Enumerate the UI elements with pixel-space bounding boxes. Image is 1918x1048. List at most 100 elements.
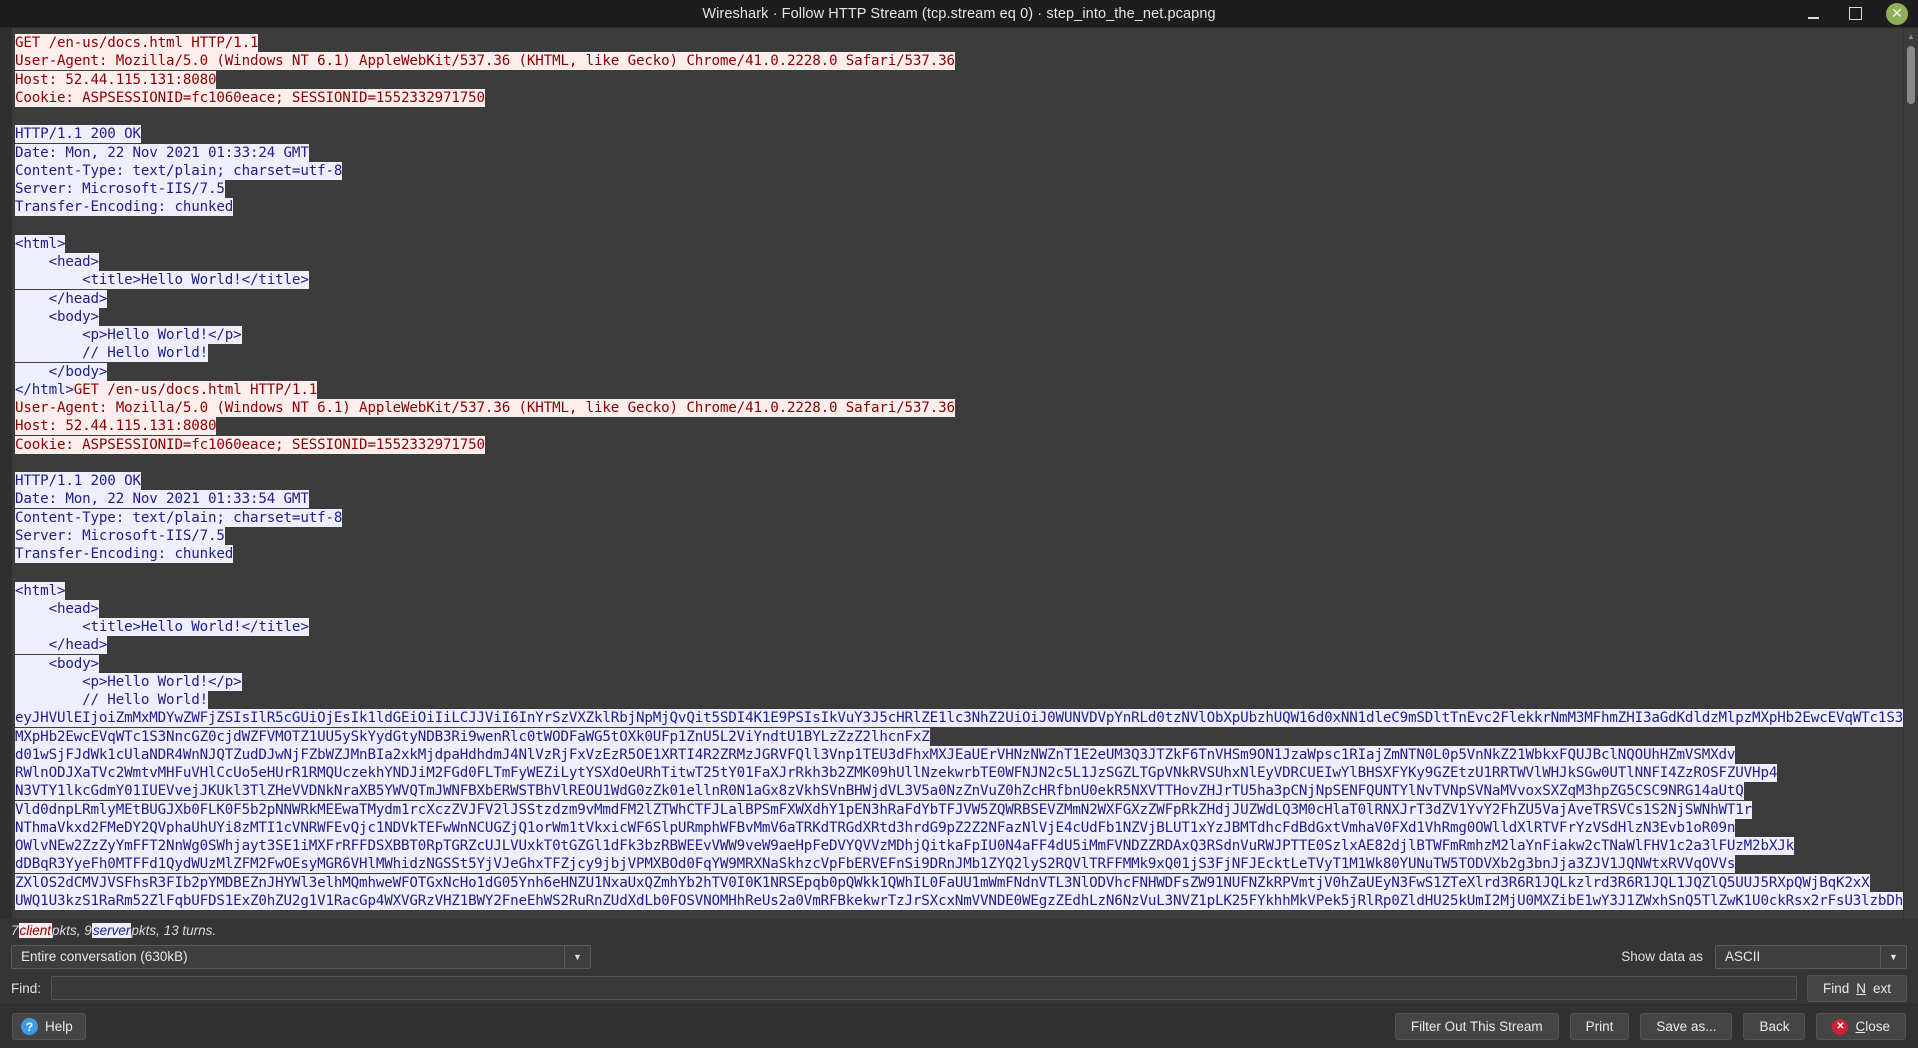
show-data-as-value: ASCII	[1725, 949, 1761, 964]
stream-line: dDBqR3YyeFh0MTFFd1QydWUzMlZFM2FwOEsyMGR6…	[15, 855, 1903, 874]
stream-line: GET /en-us/docs.html HTTP/1.1	[15, 34, 1903, 52]
show-data-as-select[interactable]: ASCII ▼	[1715, 944, 1907, 969]
find-next-label-c: ext	[1872, 980, 1891, 996]
stream-controls-row: Entire conversation (630kB) ▼ Show data …	[0, 941, 1918, 972]
stream-segment-client: Host: 52.44.115.131:8080	[15, 70, 217, 89]
find-label: Find:	[11, 980, 42, 996]
stream-line: Date: Mon, 22 Nov 2021 01:33:54 GMT	[15, 490, 1903, 509]
stream-line: <p>Hello World!</p>	[15, 672, 1903, 691]
stream-segment-server: <title>Hello World!</title>	[15, 618, 309, 636]
find-next-label-a: Find	[1822, 980, 1850, 996]
scrollbar-thumb[interactable]	[1907, 46, 1915, 104]
scroll-up-icon[interactable]: ▲	[1904, 30, 1918, 42]
close-button-mnemonic: C	[1855, 1019, 1866, 1034]
stream-line: Host: 52.44.115.131:8080	[15, 70, 1903, 89]
stream-segment-server: <title>Hello World!</title>	[15, 271, 309, 290]
stream-segment-server: <p>Hello World!</p>	[15, 672, 242, 691]
stream-line: Host: 52.44.115.131:8080	[15, 417, 1903, 436]
stream-line: HTTP/1.1 200 OK	[15, 472, 1903, 490]
stream-line: <html>	[15, 234, 1903, 253]
stream-line: Server: Microsoft-IIS/7.5	[15, 180, 1903, 198]
stream-segment-server: OWlvNEw2ZzZyYmFFT2NnWg0SWhjayt3SE1iMXFrR…	[15, 837, 1795, 855]
stream-line: User-Agent: Mozilla/5.0 (Windows NT 6.1)…	[15, 52, 1903, 71]
stream-segment-server: <html>	[15, 581, 66, 600]
stream-line	[15, 107, 1903, 125]
stream-line: Transfer-Encoding: chunked	[15, 198, 1903, 217]
show-data-as-label: Show data as	[1621, 949, 1703, 964]
stream-line: eyJHVUlEIjoiZmMxMDYwZWFjZSIsIlR5cGUiOjEs…	[15, 709, 1903, 728]
close-icon: ✕	[1832, 1018, 1849, 1035]
packet-status-line: 7 client pkts, 9 server pkts, 13 turns.	[0, 919, 1918, 941]
stream-segment-server: UWQ1U3kzS1RaRm52ZlFqbUFDS1ExZ0hZU2g1V1Ra…	[15, 891, 1903, 910]
help-icon: ?	[21, 1018, 38, 1035]
stream-segment-server: NThmaVkxd2FMeDY2QVphaUhUYi8zMTI1cVNRWFEv…	[15, 818, 1736, 837]
stream-segment-client: GET /en-us/docs.html HTTP/1.1	[73, 380, 318, 399]
stream-segment-server: N3VTY1lkcGdmY01IUEVvejJKUkl3TlZHeVVDNkNr…	[15, 782, 1744, 801]
help-button-label: Help	[45, 1019, 73, 1034]
stream-content-area: GET /en-us/docs.html HTTP/1.1 User-Agent:…	[0, 27, 1918, 919]
stream-segment-server: eyJHVUlEIjoiZmMxMDYwZWFjZSIsIlR5cGUiOjEs…	[15, 709, 1903, 728]
stream-segment-server: dDBqR3YyeFh0MTFFd1QydWUzMlZFM2FwOEsyMGR6…	[15, 855, 1736, 874]
find-next-label-mnemonic: N	[1856, 980, 1866, 996]
stream-segment-server: <body>	[15, 307, 99, 326]
maximize-icon[interactable]	[1844, 3, 1866, 25]
stream-segment-server: Vld0dnpLRmlyMEtBUGJXb0FLK0F5b2pNNWRkMEEw…	[15, 800, 1753, 819]
stream-line: Transfer-Encoding: chunked	[15, 545, 1903, 563]
stream-segment-client: Cookie: ASPSESSIONID=fc1060eace; SESSION…	[15, 435, 485, 454]
stream-line: <head>	[15, 253, 1903, 271]
stream-line: Content-Type: text/plain; charset=utf-8	[15, 508, 1903, 527]
back-button[interactable]: Back	[1743, 1013, 1806, 1040]
status-prefix: 7	[11, 922, 19, 938]
help-button[interactable]: ? Help	[12, 1013, 86, 1040]
stream-segment-server: Transfer-Encoding: chunked	[15, 198, 234, 217]
follow-stream-window: Wireshark · Follow HTTP Stream (tcp.stre…	[0, 0, 1918, 1048]
chevron-down-icon: ▼	[1880, 945, 1906, 968]
find-input[interactable]	[51, 976, 1797, 1000]
dialog-button-bar: ? Help Filter Out This Stream Print Save…	[0, 1004, 1918, 1048]
stream-line: Content-Type: text/plain; charset=utf-8	[15, 161, 1903, 180]
stream-line: Cookie: ASPSESSIONID=fc1060eace; SESSION…	[15, 435, 1903, 454]
status-client-word: client	[18, 922, 53, 938]
status-middle: pkts, 9	[52, 922, 92, 938]
stream-line: <p>Hello World!</p>	[15, 326, 1903, 344]
stream-segment-server: // Hello World!	[15, 691, 209, 709]
close-button-label: lose	[1865, 1019, 1890, 1034]
stream-line: </html>GET /en-us/docs.html HTTP/1.1	[15, 380, 1903, 399]
minimize-icon[interactable]	[1802, 3, 1824, 25]
window-title: Wireshark · Follow HTTP Stream (tcp.stre…	[702, 5, 1216, 22]
stream-segment-server: Date: Mon, 22 Nov 2021 01:33:54 GMT	[15, 490, 309, 509]
print-button[interactable]: Print	[1569, 1013, 1630, 1040]
stream-line: // Hello World!	[15, 344, 1903, 363]
stream-segment-server: MXpHb2EwcEVqWTc1S3NncGZ0cjdWZFVMOTZ1UU5y…	[15, 727, 930, 746]
close-window-icon[interactable]: ✕	[1886, 2, 1908, 25]
stream-segment-server: </body>	[15, 362, 108, 381]
stream-gutter	[0, 28, 12, 919]
stream-line: OWlvNEw2ZzZyYmFFT2NnWg0SWhjayt3SE1iMXFrR…	[15, 837, 1903, 855]
vertical-scrollbar[interactable]: ▲	[1903, 28, 1918, 919]
stream-line: <body>	[15, 654, 1903, 673]
stream-segment-server: <p>Hello World!</p>	[15, 326, 242, 344]
stream-line: <title>Hello World!</title>	[15, 618, 1903, 636]
stream-segment-server: <body>	[15, 654, 99, 673]
stream-text[interactable]: GET /en-us/docs.html HTTP/1.1 User-Agent:…	[12, 28, 1903, 919]
stream-line: <title>Hello World!</title>	[15, 271, 1903, 290]
conversation-select-value: Entire conversation (630kB)	[21, 949, 188, 964]
stream-segment-server: </html>	[15, 380, 74, 399]
stream-line: Server: Microsoft-IIS/7.5	[15, 526, 1903, 545]
chevron-down-icon: ▼	[564, 945, 590, 968]
find-next-button[interactable]: Find Next	[1806, 974, 1907, 1002]
stream-segment-server: </head>	[15, 636, 108, 655]
close-button[interactable]: ✕ Close	[1816, 1013, 1906, 1040]
save-as-button[interactable]: Save as...	[1640, 1013, 1733, 1040]
conversation-select[interactable]: Entire conversation (630kB) ▼	[11, 944, 591, 969]
stream-line: HTTP/1.1 200 OK	[15, 125, 1903, 144]
stream-segment-client: Cookie: ASPSESSIONID=fc1060eace; SESSION…	[15, 88, 485, 107]
stream-line	[15, 217, 1903, 235]
stream-line: Date: Mon, 22 Nov 2021 01:33:24 GMT	[15, 143, 1903, 162]
stream-line: <head>	[15, 599, 1903, 618]
stream-line: NThmaVkxd2FMeDY2QVphaUhUYi8zMTI1cVNRWFEv…	[15, 818, 1903, 837]
filter-out-stream-button[interactable]: Filter Out This Stream	[1394, 1013, 1559, 1040]
stream-line: <body>	[15, 307, 1903, 326]
stream-segment-server: d01wSjFJdWk1cUlaNDR4WnNJQTZudDJwNjFZbWZJ…	[15, 745, 1736, 764]
stream-line: </head>	[15, 289, 1903, 308]
